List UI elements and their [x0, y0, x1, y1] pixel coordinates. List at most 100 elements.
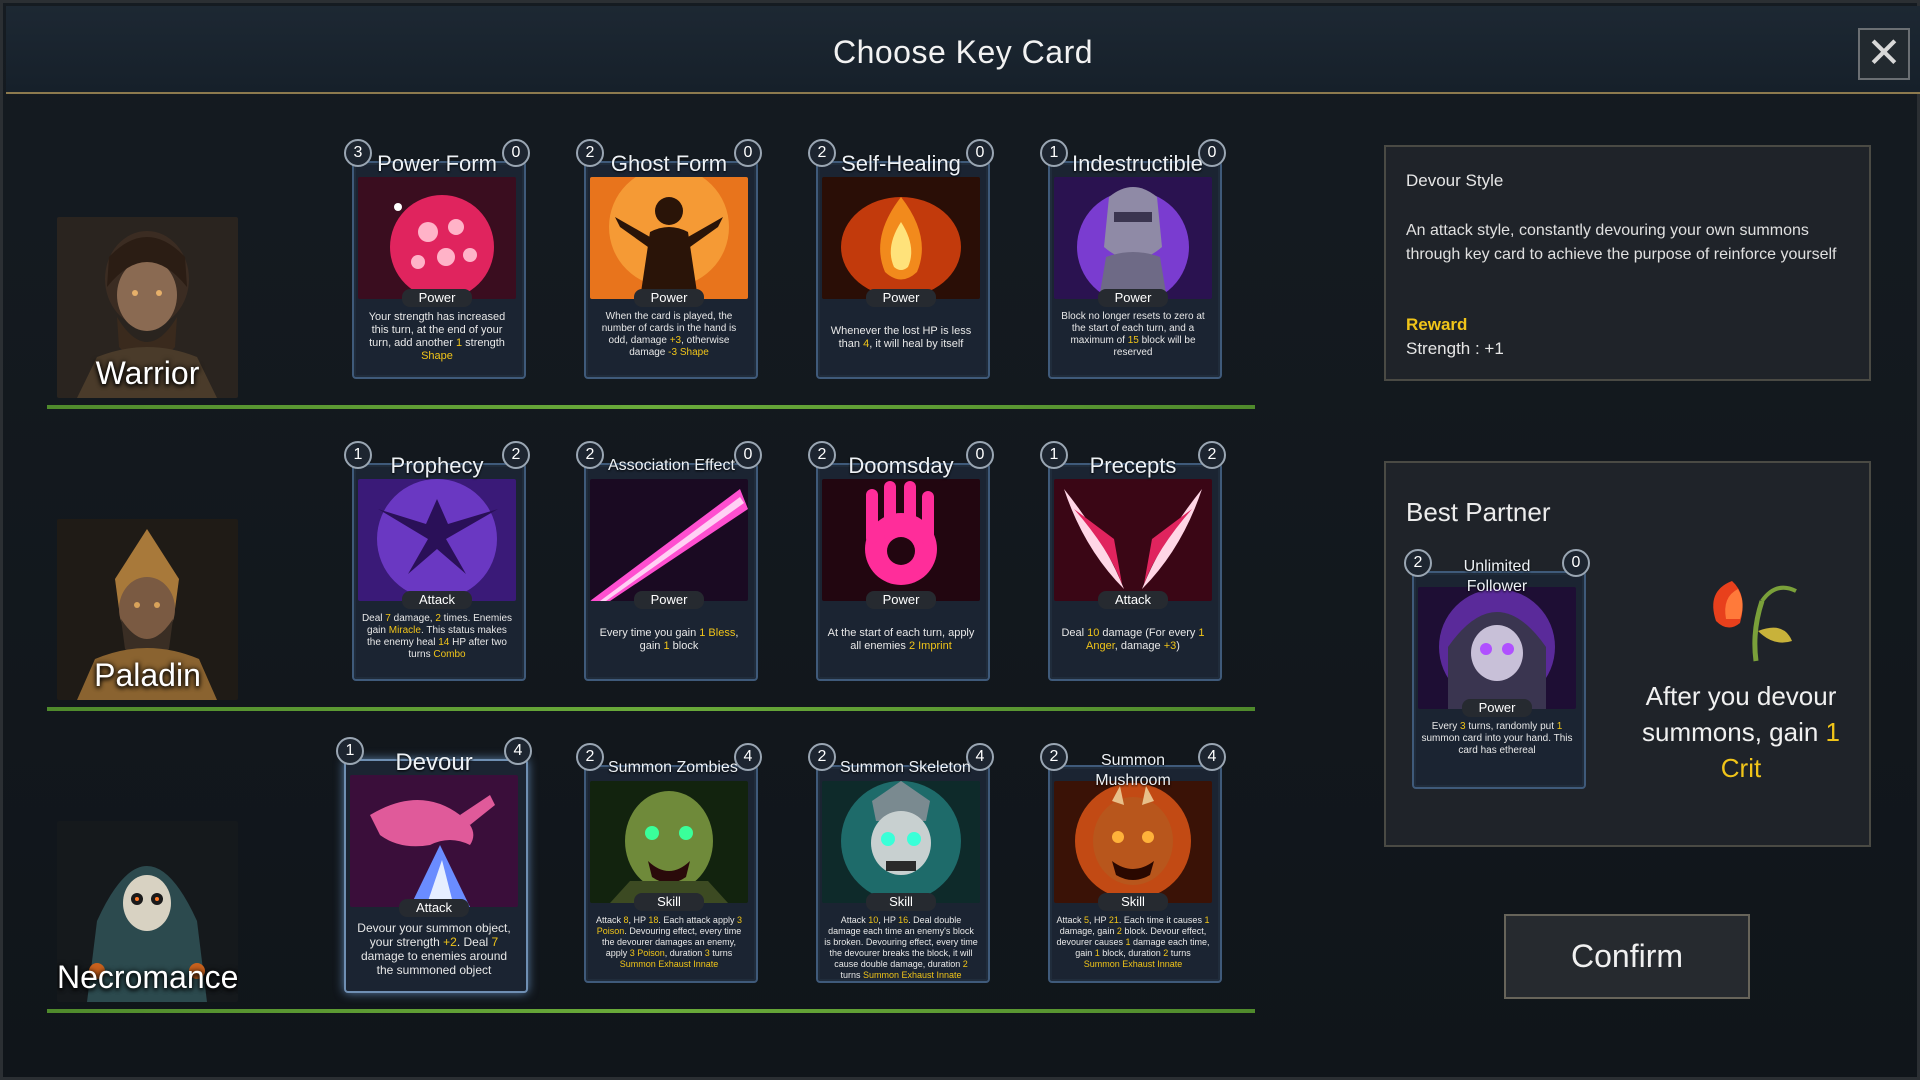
card-description: Attack 8, HP 18. Each attack apply 3 Poi… [596, 915, 742, 969]
card-association-effect[interactable]: 2 0 Association Effect Power Every time … [576, 441, 762, 681]
self-healing-art-icon [822, 177, 980, 299]
card-count: 0 [734, 139, 762, 167]
card-precepts[interactable]: 1 2 Precepts Attack Deal 10 damage (For … [1040, 441, 1226, 681]
card-type: Attack [1098, 591, 1168, 609]
card-cost: 1 [344, 441, 372, 469]
prophecy-art-icon [358, 479, 516, 601]
partner-title: Best Partner [1406, 497, 1551, 527]
row-divider [47, 707, 1255, 711]
card-count: 0 [1562, 549, 1590, 577]
card-description: Attack 5, HP 21. Each time it causes 1 d… [1056, 915, 1210, 969]
card-count: 2 [1198, 441, 1226, 469]
close-icon: ✕ [1866, 29, 1902, 76]
card-description: Deal 10 damage (For every 1 Anger, damag… [1061, 627, 1205, 652]
reward-label: Reward [1406, 315, 1468, 334]
card-name: Power Form [377, 151, 497, 176]
precepts-art-icon [1054, 479, 1212, 601]
summon-zombies-art-icon [590, 781, 748, 903]
ghost-form-art-icon [590, 177, 748, 299]
confirm-button[interactable]: Confirm [1504, 914, 1750, 999]
card-count: 0 [502, 139, 530, 167]
card-count: 0 [966, 139, 994, 167]
card-count: 0 [966, 441, 994, 469]
card-type: Power [634, 289, 704, 307]
card-summon-skeleton[interactable]: 2 4 Summon Skeleton Skill Attack 10, HP … [808, 743, 994, 983]
card-cost: 2 [1040, 743, 1068, 771]
summon-skeleton-art-icon [822, 781, 980, 903]
card-type: Power [866, 289, 936, 307]
card-name: Association Effect [608, 457, 735, 474]
hero-warrior[interactable]: Warrior [57, 217, 238, 398]
card-name: Self-Healing [841, 151, 961, 176]
row-divider [47, 405, 1255, 409]
card-indestructible[interactable]: 1 0 Indestructible Power Block no longer… [1040, 139, 1226, 379]
partner-effect-text: After you devour summons, gain 1 Crit [1642, 681, 1840, 783]
card-name: Prophecy [390, 453, 484, 478]
card-cost: 2 [808, 441, 836, 469]
card-type: Power [402, 289, 472, 307]
card-ghost-form[interactable]: 2 0 Ghost Form Power When the card is pl… [576, 139, 762, 379]
card-cost: 2 [576, 743, 604, 771]
card-cost: 1 [1040, 139, 1068, 167]
close-button[interactable]: ✕ [1858, 28, 1910, 80]
card-name: Summon Skeleton [840, 759, 971, 776]
card-summon-mushroom[interactable]: 2 4 Summon Mushroom Skill Attack 5, HP 2… [1040, 743, 1226, 983]
devour-art-icon [350, 775, 518, 907]
card-prophecy[interactable]: 1 2 Prophecy Attack Deal 7 damage, 2 tim… [344, 441, 530, 681]
card-description: Devour your summon object, your strength… [357, 921, 511, 977]
row-divider [47, 1009, 1255, 1013]
reward-value: Strength : +1 [1406, 339, 1504, 358]
card-name: Indestructible [1072, 151, 1203, 176]
card-cost: 1 [1040, 441, 1068, 469]
card-count: 4 [734, 743, 762, 771]
power-form-art-icon [358, 177, 516, 299]
card-devour[interactable]: 1 4 Devour Attack Devour your summon obj… [336, 737, 532, 993]
card-name: Summon Zombies [608, 759, 738, 776]
card-count: 4 [504, 737, 532, 765]
indestructible-art-icon [1054, 177, 1212, 299]
card-type: Skill [866, 893, 936, 911]
card-power-form[interactable]: 3 0 Power Form Power Your strength has i… [344, 139, 530, 379]
card-name: Ghost Form [610, 151, 728, 176]
association-effect-art-icon [590, 479, 748, 601]
best-partner-panel: Best Partner 2 0 Unlimited Follower Powe… [1384, 461, 1871, 847]
summon-mushroom-art-icon [1054, 781, 1212, 903]
hero-name-necromancer: Necromancer [57, 959, 238, 995]
card-cost: 2 [576, 441, 604, 469]
card-cost: 1 [336, 737, 364, 765]
card-cost: 2 [808, 743, 836, 771]
card-description: Whenever the lost HP is less than 4, it … [830, 325, 972, 350]
dialog-title: Choose Key Card [832, 34, 1094, 70]
card-summon-zombies[interactable]: 2 4 Summon Zombies Skill Attack 8, HP 18… [576, 743, 762, 983]
card-description: Every 3 turns, randomly put 1 summon car… [1421, 721, 1573, 756]
hero-name-warrior: Warrior [95, 355, 200, 391]
card-description: Every time you gain 1 Bless, gain 1 bloc… [599, 627, 739, 652]
card-cost: 2 [1404, 549, 1432, 577]
card-description: Your strength has increased this turn, a… [368, 311, 506, 362]
card-type: Power [1098, 289, 1168, 307]
card-self-healing[interactable]: 2 0 Self-Healing Power Whenever the lost… [808, 139, 994, 379]
card-description: Attack 10, HP 16. Deal double damage eac… [824, 915, 978, 980]
card-type: Skill [1098, 893, 1168, 911]
unlimited-follower-art-icon [1418, 587, 1576, 709]
dialog-frame: Choose Key Card ✕ Warrior Paladin Necrom… [0, 0, 1920, 1080]
card-cost: 3 [344, 139, 372, 167]
card-type: Attack [402, 591, 472, 609]
hero-necromancer[interactable]: Necromancer [57, 821, 238, 1002]
card-type: Attack [399, 899, 469, 917]
style-description: An attack style, constantly devouring yo… [1406, 222, 1837, 263]
card-cost: 2 [808, 139, 836, 167]
card-unlimited-follower[interactable]: 2 0 Unlimited Follower Power Every 3 tur… [1404, 549, 1590, 789]
card-doomsday[interactable]: 2 0 Doomsday Power At the start of each … [808, 441, 994, 681]
style-title: Devour Style [1406, 171, 1504, 190]
card-type: Power [1462, 699, 1532, 717]
card-type: Skill [634, 893, 704, 911]
card-name: Doomsday [848, 453, 954, 478]
card-count: 0 [734, 441, 762, 469]
style-info-panel: Devour Style An attack style, constantly… [1384, 145, 1871, 381]
card-name: Precepts [1089, 453, 1177, 478]
card-description: Block no longer resets to zero at the st… [1061, 311, 1205, 358]
card-name: Summon Mushroom [1095, 752, 1171, 789]
card-cost: 2 [576, 139, 604, 167]
hero-paladin[interactable]: Paladin [57, 519, 238, 700]
